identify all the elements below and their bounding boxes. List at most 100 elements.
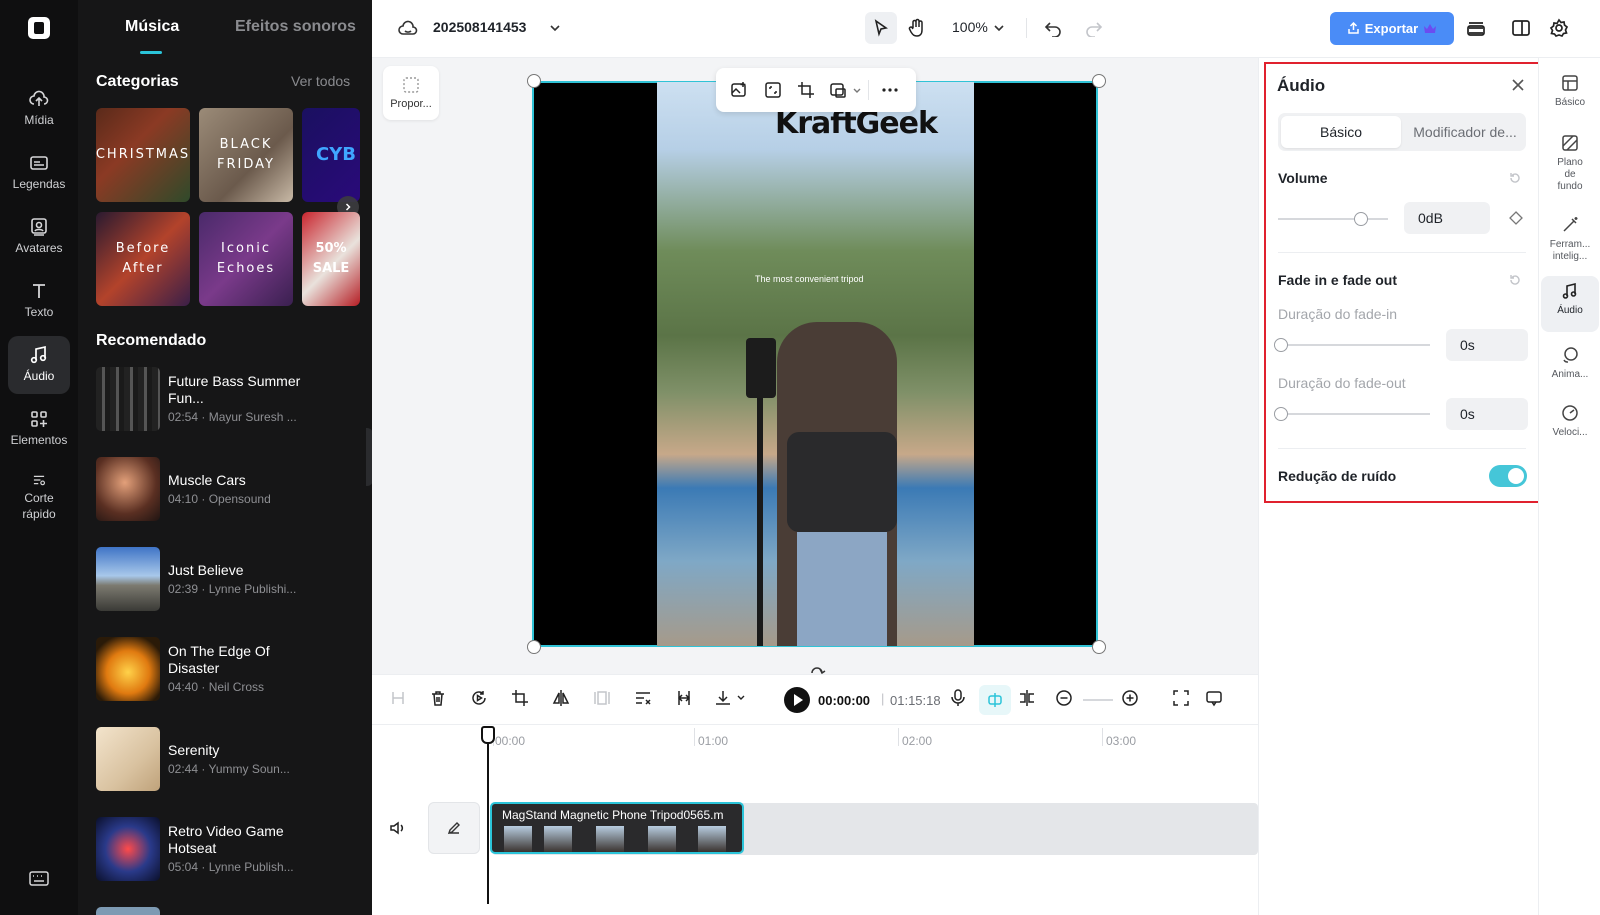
settings-gear-icon[interactable] [1549,18,1569,38]
track-item[interactable]: Retro Video Game Hotseat 05:04 · Lynne P… [96,817,366,881]
fade-in-value-field[interactable]: 0s [1446,329,1528,361]
zoom-slider[interactable] [1083,699,1113,701]
fade-out-value-field[interactable]: 0s [1446,398,1528,430]
keyboard-icon[interactable] [28,870,50,888]
segment-basic[interactable]: Básico [1281,116,1401,148]
resize-handle-bottom-right[interactable] [1092,640,1106,654]
zoom-in-icon[interactable] [1121,689,1139,707]
microphone-icon[interactable] [949,689,967,707]
video-preview[interactable]: KraftGeek The most convenient tripod [657,82,974,646]
freeze-frame-icon[interactable] [593,689,611,707]
crop-icon[interactable] [511,689,529,707]
category-cyber-monday[interactable]: CYBER MONDAY [302,108,360,202]
track-item[interactable]: Future Bass Summer Fun... 02:54 · Mayur … [96,367,366,431]
track-item[interactable]: On The Edge Of Disaster 04:40 · Neil Cro… [96,637,366,701]
rr-item-speed[interactable]: Veloci... [1541,398,1599,439]
fade-in-slider-knob[interactable] [1274,338,1288,352]
track-meta: 02:54 · Mayur Suresh ... [168,410,297,424]
see-all-link[interactable]: Ver todos [291,73,350,89]
resize-handle-top-left[interactable] [527,74,541,88]
fit-icon[interactable] [764,81,782,99]
layers-icon[interactable] [1466,18,1486,38]
track-title: Retro Video Game Hotseat [168,823,284,856]
video-clip[interactable]: MagStand Magnetic Phone Tripod0565.m [490,802,744,854]
split-icon[interactable] [389,689,407,707]
flip-icon[interactable] [552,689,570,707]
rr-item-basic[interactable]: Básico [1541,68,1599,109]
fade-out-slider-track[interactable] [1280,413,1430,415]
track-cover [96,637,160,701]
tab-music[interactable]: Música [125,18,179,36]
cloud-save-icon[interactable] [397,18,419,38]
rail-item-captions[interactable]: Legendas [8,144,70,202]
category-before-after[interactable]: Before After [96,212,190,306]
playhead-handle[interactable] [481,726,495,744]
category-iconic-echoes[interactable]: Iconic Echoes [199,212,293,306]
chevron-down-icon[interactable] [549,23,561,33]
rail-item-audio[interactable]: Áudio [8,336,70,394]
replay-icon[interactable] [470,689,488,707]
chevron-down-icon[interactable] [993,23,1005,33]
edit-cover-button[interactable] [428,802,480,854]
rail-item-avatars[interactable]: Avatares [8,208,70,266]
section-divider [1278,448,1526,449]
rail-item-elements[interactable]: Elementos [8,400,70,458]
rr-item-audio[interactable]: Áudio [1541,276,1599,332]
rail-item-text[interactable]: Texto [8,272,70,330]
rail-item-quick-cut[interactable]: Corte rápido [8,464,70,522]
volume-slider-track[interactable] [1278,218,1388,220]
select-tool-button[interactable] [865,12,897,44]
track-item[interactable]: Serenity 02:44 · Yummy Soun... [96,727,366,791]
resize-handle-top-right[interactable] [1092,74,1106,88]
download-icon[interactable] [714,689,734,707]
fade-out-slider-knob[interactable] [1274,407,1288,421]
play-button[interactable] [784,687,810,713]
tab-sound-effects[interactable]: Efeitos sonoros [235,18,356,36]
track-item[interactable]: Just Believe 02:39 · Lynne Publishi... [96,547,366,611]
noise-reduction-toggle[interactable] [1489,465,1527,487]
reset-icon[interactable] [1508,171,1522,185]
clip-name: MagStand Magnetic Phone Tripod0565.m [502,808,724,822]
rail-item-media[interactable]: Mídia [8,80,70,138]
zoom-level[interactable]: 100% [952,19,988,35]
fade-in-slider-track[interactable] [1280,344,1430,346]
playhead-line[interactable] [487,726,489,904]
track-volume-icon[interactable] [388,819,406,837]
layout-panel-icon[interactable] [1511,18,1531,38]
feedback-icon[interactable] [1205,689,1223,707]
chevron-down-icon[interactable] [852,87,862,95]
crop-icon[interactable] [797,81,815,99]
track-item[interactable]: Muscle Cars 04:10 · Opensound [96,457,366,521]
category-sale[interactable]: 50% SALE [302,212,360,306]
rr-item-animation[interactable]: Anima... [1541,340,1599,381]
rr-item-smart-tools[interactable]: Ferram... intelig... [1541,210,1599,263]
segment-voice-modifier[interactable]: Modificador de... [1406,116,1524,148]
close-icon[interactable] [1511,78,1525,92]
volume-value-field[interactable]: 0dB [1404,202,1490,234]
project-name[interactable]: 202508141453 [433,19,526,35]
category-black-friday[interactable]: BLACK FRIDAY [199,108,293,202]
split-screen-icon[interactable] [1018,689,1036,707]
speed-adjust-icon[interactable] [634,689,652,707]
reset-icon[interactable] [1508,273,1522,287]
replace-image-icon[interactable] [730,81,748,99]
resize-handle-bottom-left[interactable] [527,640,541,654]
rr-item-background[interactable]: Plano de fundo [1541,128,1599,193]
volume-slider-knob[interactable] [1353,212,1368,226]
zoom-out-icon[interactable] [1055,689,1073,707]
category-christmas[interactable]: CHRISTMAS [96,108,190,202]
app-logo[interactable] [28,17,50,39]
mask-icon[interactable] [829,81,847,99]
magnet-snap-button[interactable] [979,685,1011,715]
fullscreen-icon[interactable] [1172,689,1190,707]
keyframe-diamond-icon[interactable] [1509,211,1523,225]
export-button[interactable]: Exportar [1330,12,1454,45]
hand-tool-button[interactable] [901,12,933,44]
redo-icon[interactable] [1085,19,1103,37]
more-options-icon[interactable] [880,81,900,99]
chevron-down-icon[interactable] [736,694,746,702]
aspect-ratio-button[interactable]: Propor... [383,66,439,120]
trim-icon[interactable] [675,689,693,707]
undo-icon[interactable] [1044,19,1062,37]
delete-icon[interactable] [429,689,447,707]
